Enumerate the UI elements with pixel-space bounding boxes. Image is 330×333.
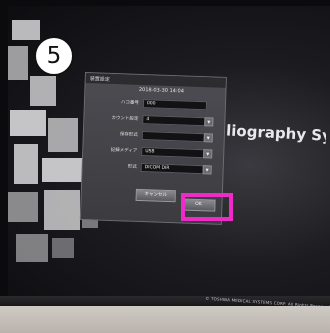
format-select[interactable]: DICOM DIR — [140, 163, 205, 175]
mosaic-tile — [48, 118, 78, 152]
dialog-title: 装置設定 — [85, 73, 226, 88]
count-setting-select[interactable]: 4 — [142, 115, 207, 127]
chevron-down-icon[interactable]: ▼ — [203, 133, 213, 143]
mosaic-tile — [10, 110, 46, 136]
mosaic-tile — [30, 76, 56, 106]
field-label: カウント設定 — [111, 115, 139, 122]
photo-scene: liography Sys © TOSHIBA MEDICAL SYSTEMS … — [0, 0, 330, 333]
field-row-count-setting: カウント設定 4 ▼ — [86, 113, 222, 128]
mosaic-tile — [12, 20, 40, 40]
media-select[interactable]: USB — [141, 147, 206, 159]
mosaic-tile — [14, 144, 38, 184]
step-number-badge: 5 — [34, 36, 74, 76]
field-row-save-format: 保存形式 ▼ — [86, 129, 222, 144]
field-label: ハコ番号 — [120, 100, 140, 106]
ok-highlight-box — [181, 193, 233, 221]
field-row-media: 記録メディア USB ▼ — [85, 145, 221, 160]
chevron-down-icon[interactable]: ▼ — [204, 117, 214, 127]
box-number-input[interactable]: 000 — [142, 99, 208, 111]
mosaic-tile — [52, 238, 74, 258]
mosaic-tile — [44, 190, 80, 230]
cancel-button[interactable]: キャンセル — [135, 188, 176, 203]
field-label: 記録メディア — [110, 147, 138, 154]
mosaic-tile — [8, 192, 38, 222]
save-format-select[interactable] — [141, 131, 206, 143]
dialog-datetime: 2018-03-30 14:04 — [138, 86, 185, 95]
field-label: 形式 — [127, 164, 137, 170]
mosaic-tile — [8, 46, 28, 80]
chevron-down-icon[interactable]: ▼ — [202, 165, 212, 175]
chevron-down-icon[interactable]: ▼ — [203, 149, 213, 159]
field-row-format: 形式 DICOM DIR ▼ — [85, 161, 221, 176]
mosaic-tile — [42, 158, 82, 182]
field-label: 保存形式 — [119, 132, 138, 138]
field-row-box-number: ハコ番号 000 — [87, 97, 223, 112]
mosaic-tile — [16, 234, 48, 262]
